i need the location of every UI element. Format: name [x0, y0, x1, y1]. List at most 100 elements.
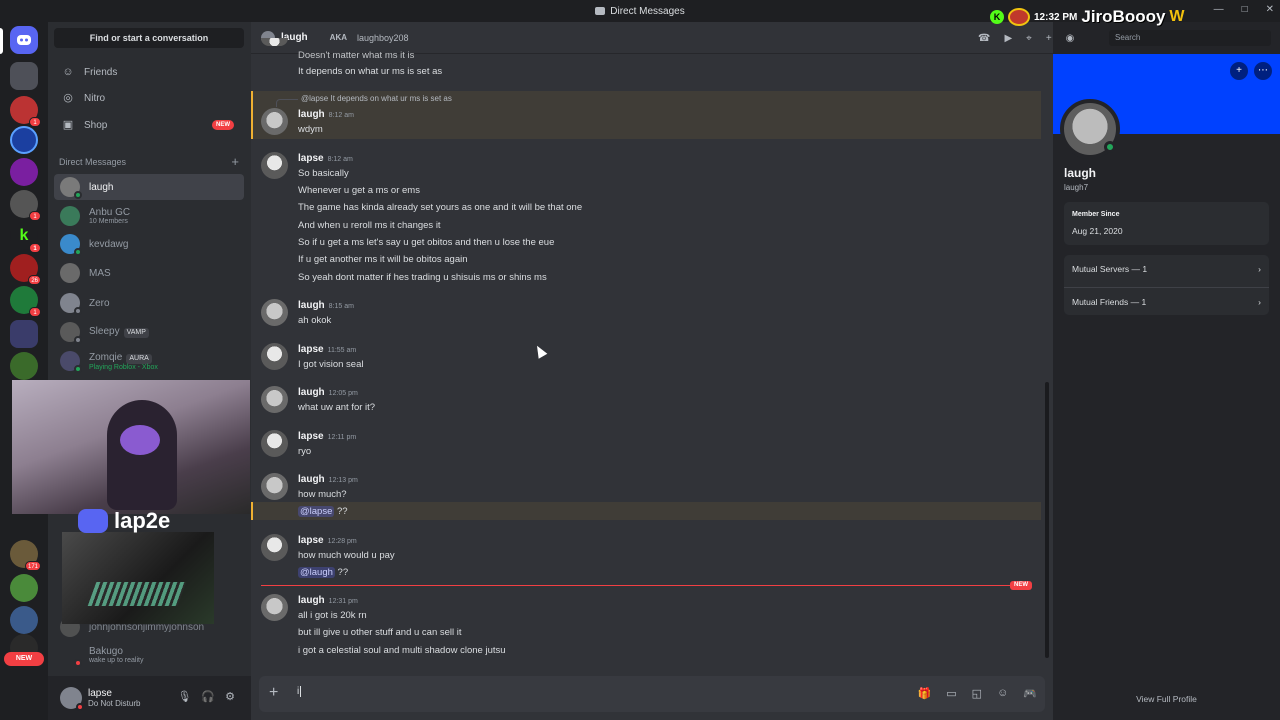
user-panel: lapse Do Not Disturb 🎙 🎧 ⚙ [48, 676, 251, 720]
author-name[interactable]: laugh [298, 595, 325, 606]
guild-tag: AURA [126, 353, 152, 364]
new-badge: NEW [212, 120, 234, 130]
nav-label: Nitro [84, 92, 106, 104]
activities-icon[interactable]: 🎮 [1023, 687, 1037, 700]
server-icon[interactable]: 26 [10, 254, 41, 285]
more-icon[interactable]: ⋯ [1254, 62, 1272, 80]
emoji-icon[interactable]: ☺ [997, 687, 1008, 700]
minimize-button[interactable]: — [1214, 4, 1224, 15]
message-line: Whenever u get a ms or ems [298, 185, 420, 196]
discord-icon [17, 35, 31, 45]
message-input[interactable]: i [297, 686, 302, 697]
dm-item-anbu-gc[interactable]: Anbu GC 10 Members [54, 203, 244, 229]
message-composer[interactable]: + i 🎁 ▭ ◱ ☺ 🎮 [259, 676, 1045, 712]
server-icon[interactable] [10, 352, 38, 380]
gif-icon[interactable]: ▭ [946, 687, 956, 700]
author-name[interactable]: lapse [298, 153, 324, 164]
avatar[interactable] [261, 152, 288, 179]
header-actions: ☎ ▶ ⌖ + ◉ [978, 33, 1074, 44]
mutual-servers-row[interactable]: Mutual Servers — 1 › [1064, 255, 1269, 283]
avatar [60, 322, 82, 344]
avatar[interactable] [261, 594, 288, 621]
kick-icon: K [990, 10, 1004, 24]
dm-item-laugh[interactable]: laugh [54, 174, 244, 200]
author-name[interactable]: laugh [298, 474, 325, 485]
message-header: lapse 8:12 am [298, 153, 353, 164]
dm-name: MAS [89, 267, 111, 279]
dm-item-zero[interactable]: Zero [54, 290, 244, 316]
home-button[interactable] [10, 26, 38, 54]
pin-icon[interactable]: ⌖ [1026, 33, 1032, 44]
upload-plus-icon[interactable]: + [269, 685, 278, 701]
dm-item-bakugo[interactable]: Bakugo wake up to reality [54, 642, 244, 668]
server-icon[interactable]: 1 [10, 190, 41, 221]
dm-item-kevdawg[interactable]: kevdawg [54, 231, 244, 257]
phone-icon[interactable]: ☎ [978, 33, 990, 44]
dm-item-zomqie[interactable]: Zomqie AURA Playing Roblox - Xbox [54, 348, 244, 374]
chat-pane: laugh AKA laughboy208 Doesn't matter wha… [251, 22, 1053, 720]
author-name[interactable]: lapse [298, 431, 324, 442]
sticker-icon[interactable]: ◱ [972, 687, 982, 700]
create-dm-button[interactable]: + [231, 154, 239, 169]
headphones-icon[interactable]: 🎧 [201, 690, 215, 703]
server-icon[interactable]: k1 [10, 222, 41, 253]
add-friend-icon[interactable]: + [1230, 62, 1248, 80]
overlay-time: 12:32 PM [1034, 11, 1078, 23]
server-icon[interactable] [10, 606, 38, 634]
find-conversation-button[interactable]: Find or start a conversation [54, 28, 244, 48]
search-input[interactable]: Search [1109, 30, 1271, 46]
video-icon[interactable]: ▶ [1004, 33, 1012, 44]
message-line: I got vision seal [298, 359, 364, 370]
add-member-icon[interactable]: + [1046, 33, 1052, 44]
server-icon[interactable] [10, 158, 38, 186]
reply-preview[interactable]: @lapse It depends on what ur ms is set a… [301, 94, 452, 103]
mutual-friends-row[interactable]: Mutual Friends — 1 › [1064, 287, 1269, 315]
close-button[interactable]: ✕ [1266, 4, 1274, 15]
gear-icon[interactable]: ⚙ [225, 690, 235, 703]
view-full-profile-link[interactable]: View Full Profile [1053, 694, 1280, 704]
server-icon[interactable]: 1 [10, 286, 41, 317]
dm-item-mas[interactable]: MAS [54, 260, 244, 286]
new-badge[interactable]: NEW [4, 652, 44, 666]
profile-avatar[interactable] [1060, 99, 1120, 159]
maximize-button[interactable]: □ [1242, 4, 1248, 15]
nav-nitro[interactable]: ◎ Nitro [54, 86, 244, 110]
avatar[interactable] [261, 343, 288, 370]
nav-friends[interactable]: ☺ Friends [54, 60, 244, 84]
avatar [60, 293, 82, 315]
author-name[interactable]: laugh [298, 387, 325, 398]
microphone-icon[interactable]: 🎙 [177, 690, 191, 703]
folder-icon[interactable] [10, 320, 38, 348]
server-badge: 1 [29, 211, 41, 221]
server-icon[interactable]: 171 [10, 540, 41, 571]
avatar[interactable] [60, 687, 84, 711]
dm-name: Zero [89, 297, 110, 309]
avatar[interactable] [261, 534, 288, 561]
author-name[interactable]: laugh [298, 300, 325, 311]
message-line: So if u get a ms let's say u get obitos … [298, 237, 555, 248]
scrollbar[interactable] [1045, 382, 1049, 658]
avatar[interactable] [261, 299, 288, 326]
author-name[interactable]: lapse [298, 344, 324, 355]
author-name[interactable]: lapse [298, 535, 324, 546]
server-icon[interactable] [10, 574, 38, 602]
server-icon[interactable]: 1 [10, 96, 41, 127]
avatar[interactable] [261, 386, 288, 413]
nav-shop[interactable]: ▣ Shop NEW [54, 113, 244, 137]
profile-actions: + ⋯ [1230, 62, 1272, 80]
window-controls: — □ ✕ [1214, 4, 1274, 15]
gift-icon[interactable]: 🎁 [918, 687, 932, 700]
avatar[interactable] [261, 430, 288, 457]
server-icon[interactable] [10, 62, 38, 90]
dm-item-sleepy[interactable]: Sleepy VAMP [54, 319, 244, 345]
avatar [60, 206, 80, 226]
avatar[interactable] [261, 108, 288, 135]
server-icon[interactable] [10, 126, 38, 154]
profile-toggle-icon[interactable]: ◉ [1066, 33, 1075, 44]
user-mention[interactable]: @laugh [298, 567, 335, 578]
user-mention[interactable]: @lapse [298, 506, 335, 517]
text-caret [300, 686, 302, 697]
avatar[interactable] [261, 473, 288, 500]
server-badge: 1 [29, 307, 41, 317]
author-name[interactable]: laugh [298, 109, 325, 120]
